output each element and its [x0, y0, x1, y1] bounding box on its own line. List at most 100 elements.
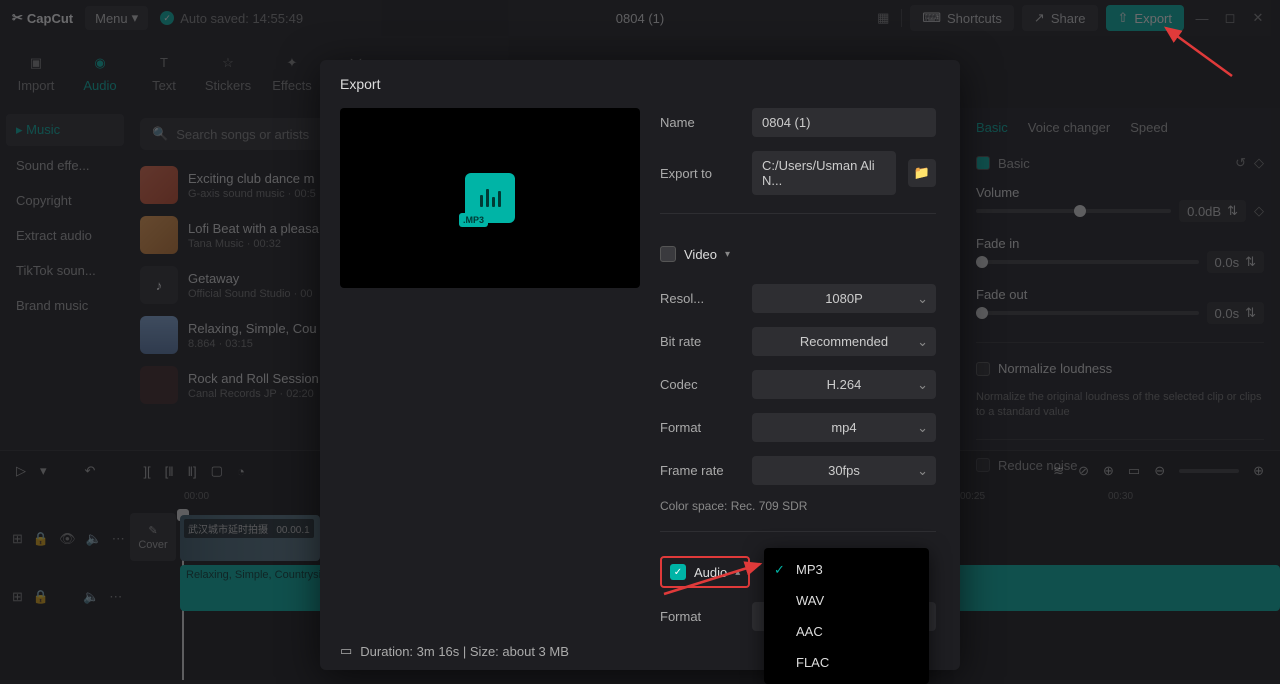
- preview-icon[interactable]: ▭: [1128, 463, 1140, 479]
- bitrate-select[interactable]: Recommended⌄: [752, 327, 936, 356]
- export-preview: .MP3: [340, 108, 640, 288]
- video-format-select[interactable]: mp4⌄: [752, 413, 936, 442]
- props-tab-basic[interactable]: Basic: [976, 120, 1008, 135]
- chevron-down-icon: ▾: [132, 10, 139, 26]
- audio-checkbox[interactable]: ✓: [670, 564, 686, 580]
- video-section-toggle[interactable]: Video▾: [660, 238, 936, 270]
- fadeout-value[interactable]: 0.0s⇅: [1207, 302, 1264, 324]
- zoom-in-icon[interactable]: ⊕: [1253, 463, 1264, 479]
- app-logo: ✂ CapCut: [12, 10, 73, 26]
- props-tab-speed[interactable]: Speed: [1130, 120, 1168, 135]
- chevron-down-icon: ⌄: [917, 291, 928, 307]
- audio-section-toggle[interactable]: ✓Audio▴: [660, 556, 750, 588]
- export-button[interactable]: ⇧Export: [1106, 5, 1184, 31]
- export-path-input[interactable]: C:/Users/Usman Ali N...: [752, 151, 896, 195]
- sidebar-item-extract-audio[interactable]: Extract audio: [6, 220, 124, 251]
- undo-icon[interactable]: ↶: [85, 463, 96, 479]
- dropdown-option-mp3[interactable]: ✓MP3: [764, 554, 929, 585]
- mixer-icon[interactable]: ≋: [1053, 463, 1064, 479]
- codec-select[interactable]: H.264⌄: [752, 370, 936, 399]
- share-icon: ↗: [1034, 10, 1045, 26]
- tab-text[interactable]: TText: [132, 42, 196, 102]
- edit-icon: ✎: [148, 524, 157, 537]
- playhead[interactable]: [182, 511, 184, 680]
- sidebar-item-tiktok-sounds[interactable]: TikTok soun...: [6, 255, 124, 286]
- reduce-noise-checkbox[interactable]: [976, 458, 990, 472]
- colorspace-note: Color space: Rec. 709 SDR: [660, 499, 936, 513]
- track-eye-icon[interactable]: 👁: [59, 531, 76, 547]
- import-icon: ▣: [25, 52, 47, 74]
- chevron-down-icon: ⌄: [917, 334, 928, 350]
- resolution-select[interactable]: 1080P⌄: [752, 284, 936, 313]
- chevron-down-icon: ⌄: [917, 420, 928, 436]
- cover-button[interactable]: ✎Cover: [130, 513, 176, 561]
- minimize-icon[interactable]: —: [1192, 11, 1212, 26]
- export-name-input[interactable]: 0804 (1): [752, 108, 936, 137]
- track-mute-icon[interactable]: 🔈: [86, 531, 102, 547]
- link-icon[interactable]: ⊘: [1078, 463, 1089, 479]
- trim-left-icon[interactable]: [‖: [165, 464, 174, 479]
- reset-icon[interactable]: ◇: [1254, 203, 1264, 219]
- basic-checkbox[interactable]: [976, 156, 990, 170]
- chevron-up-icon: ▴: [735, 567, 740, 578]
- audio-icon: ◉: [89, 52, 111, 74]
- snap-icon[interactable]: ⊕: [1103, 463, 1114, 479]
- track-add-icon[interactable]: ⊞: [12, 589, 23, 605]
- select-mode-icon[interactable]: ▾: [40, 463, 47, 479]
- track-add-icon[interactable]: ⊞: [12, 531, 23, 547]
- sidebar-item-music[interactable]: ▸ Music: [6, 114, 124, 146]
- keyboard-icon: ⌨: [922, 10, 941, 26]
- undo-icon[interactable]: ↺: [1235, 155, 1246, 171]
- marker-icon[interactable]: ◔: [237, 464, 245, 479]
- layout-icon[interactable]: ▦: [873, 10, 893, 26]
- document-title: 0804 (1): [616, 11, 664, 26]
- tab-import[interactable]: ▣Import: [4, 42, 68, 102]
- track-mute-icon[interactable]: 🔈: [83, 589, 99, 605]
- dropdown-option-wav[interactable]: WAV: [764, 585, 929, 616]
- shortcuts-button[interactable]: ⌨Shortcuts: [910, 5, 1014, 31]
- share-button[interactable]: ↗Share: [1022, 5, 1098, 31]
- framerate-select[interactable]: 30fps⌄: [752, 456, 936, 485]
- trim-right-icon[interactable]: ‖]: [188, 464, 197, 479]
- volume-value[interactable]: 0.0dB⇅: [1179, 200, 1246, 222]
- normalize-checkbox[interactable]: [976, 362, 990, 376]
- tab-audio[interactable]: ◉Audio: [68, 42, 132, 102]
- track-more-icon[interactable]: ⋯: [109, 589, 122, 605]
- sidebar-item-brand-music[interactable]: Brand music: [6, 290, 124, 321]
- sidebar-item-sound-effects[interactable]: Sound effe...: [6, 150, 124, 181]
- check-icon: ✓: [774, 562, 785, 578]
- chevron-down-icon: ⌄: [917, 463, 928, 479]
- export-icon: ⇧: [1118, 10, 1129, 26]
- chevron-down-icon: ⌄: [917, 377, 928, 393]
- text-icon: T: [153, 52, 175, 74]
- select-tool-icon[interactable]: ▷: [16, 463, 26, 479]
- close-icon[interactable]: ✕: [1248, 10, 1268, 26]
- video-clip[interactable]: 武汉城市延时拍摄 00.00.1: [180, 515, 320, 561]
- reset-icon[interactable]: ◇: [1254, 155, 1264, 171]
- browse-folder-button[interactable]: 📁: [908, 159, 936, 187]
- track-more-icon[interactable]: ⋯: [112, 531, 125, 547]
- props-tab-voice-changer[interactable]: Voice changer: [1028, 120, 1110, 135]
- fadein-value[interactable]: 0.0s⇅: [1207, 251, 1264, 273]
- sidebar-item-copyright[interactable]: Copyright: [6, 185, 124, 216]
- menu-button[interactable]: Menu ▾: [85, 6, 148, 30]
- fadeout-slider[interactable]: [976, 311, 1199, 315]
- zoom-slider[interactable]: [1179, 469, 1239, 473]
- fadein-slider[interactable]: [976, 260, 1199, 264]
- maximize-icon[interactable]: ◻: [1220, 10, 1240, 26]
- tab-effects[interactable]: ✦Effects: [260, 42, 324, 102]
- stickers-icon: ☆: [217, 52, 239, 74]
- track-lock-icon[interactable]: 🔒: [33, 589, 49, 605]
- dropdown-option-flac[interactable]: FLAC: [764, 647, 929, 678]
- export-duration-info: Duration: 3m 16s | Size: about 3 MB: [360, 644, 569, 659]
- split-icon[interactable]: ][: [143, 464, 150, 479]
- video-checkbox[interactable]: [660, 246, 676, 262]
- dropdown-option-aac[interactable]: AAC: [764, 616, 929, 647]
- tab-stickers[interactable]: ☆Stickers: [196, 42, 260, 102]
- search-icon: 🔍: [152, 126, 168, 142]
- volume-slider[interactable]: [976, 209, 1171, 213]
- effects-icon: ✦: [281, 52, 303, 74]
- track-lock-icon[interactable]: 🔒: [33, 531, 49, 547]
- delete-icon[interactable]: ▢: [211, 463, 223, 479]
- zoom-out-icon[interactable]: ⊖: [1154, 463, 1165, 479]
